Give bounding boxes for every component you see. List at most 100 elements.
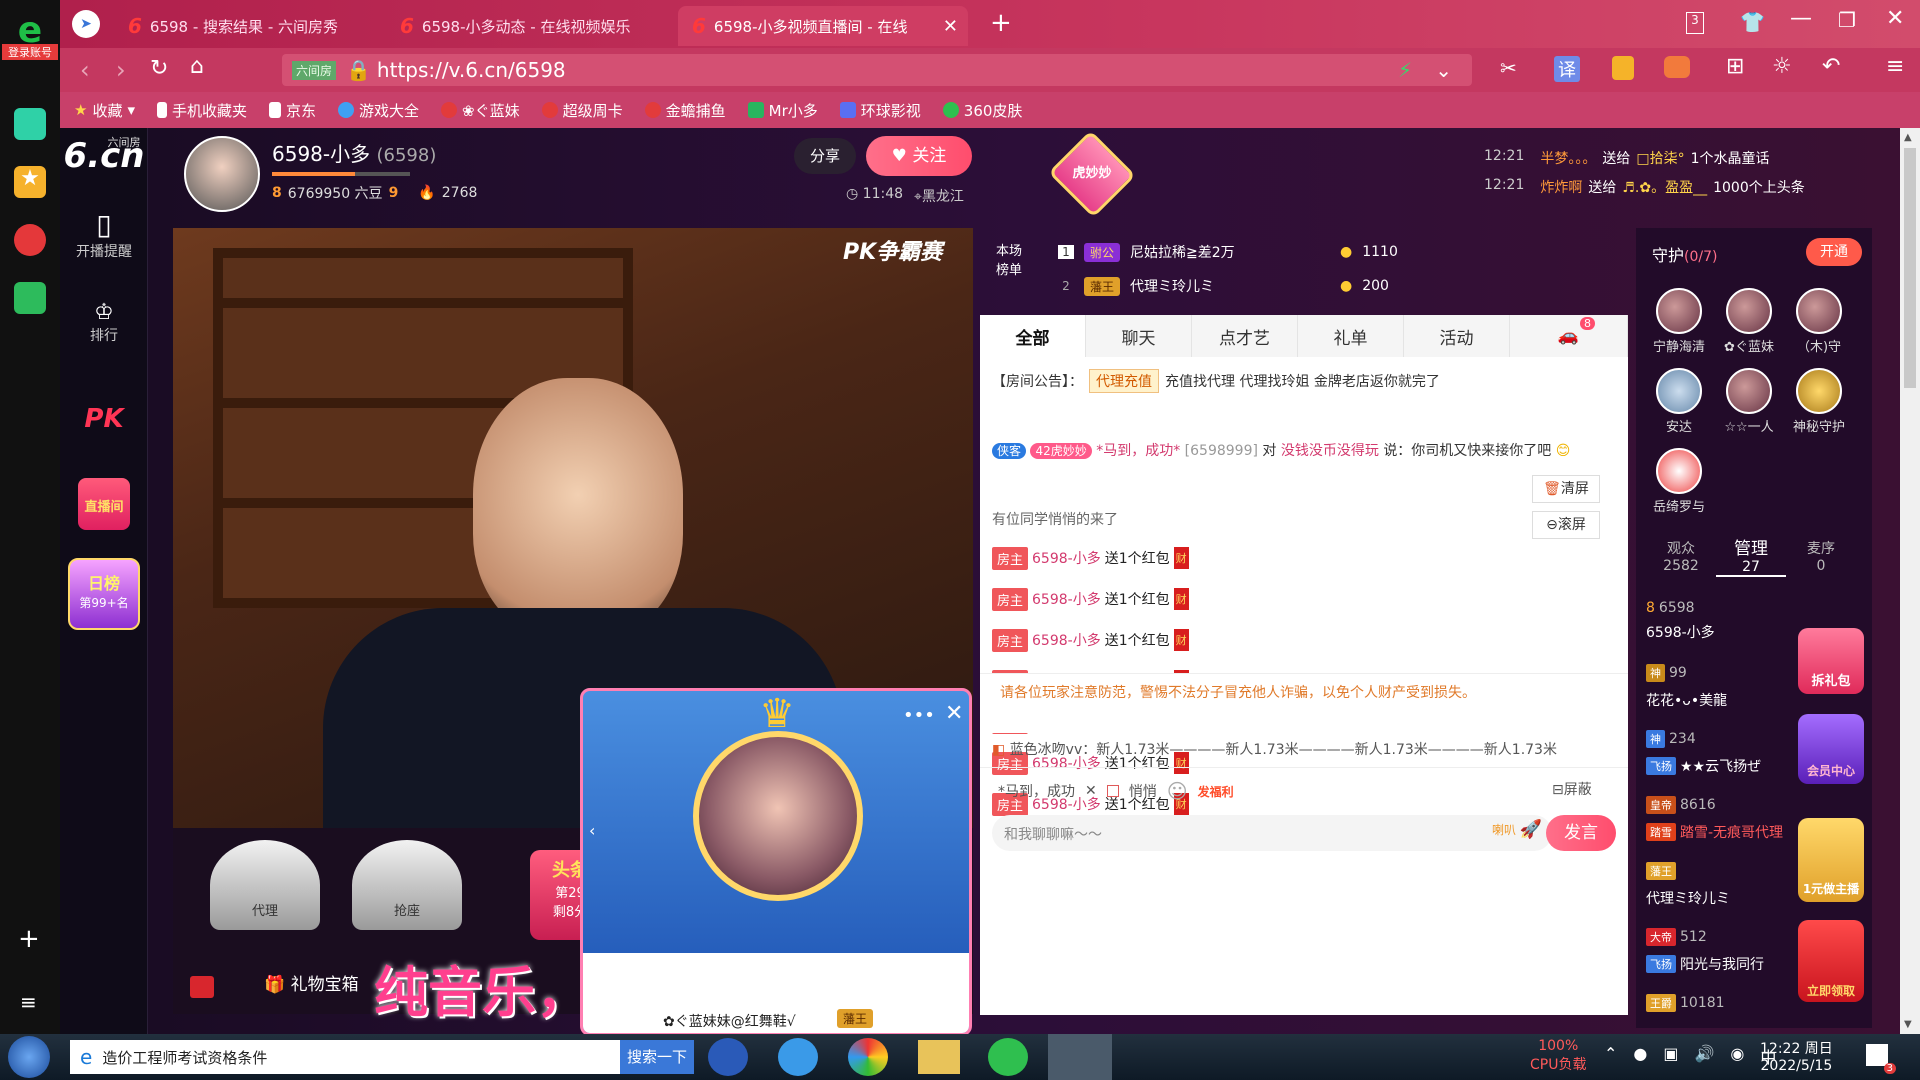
day-rank-badge[interactable]: 日榜 第99+名 — [60, 558, 148, 630]
new-tab-icon[interactable]: + — [990, 8, 1012, 38]
red-packet-icon[interactable]: 财 — [1173, 588, 1189, 610]
guard-avatar[interactable] — [1726, 368, 1772, 414]
chat-target-select[interactable]: *马到，成功 — [998, 781, 1075, 801]
chat-input[interactable]: 和我聊聊嘛～～ 喇叭 🚀 — [992, 815, 1552, 851]
bookmark-item[interactable]: Mr小多 — [747, 100, 818, 121]
user-row[interactable]: 皇帝 8616 — [1646, 796, 1716, 814]
bookmark-item[interactable]: 手机收藏夹 — [157, 100, 247, 121]
gift-box[interactable]: 🎁 礼物宝箱 — [264, 970, 359, 995]
guard-avatar[interactable] — [1656, 288, 1702, 334]
bookmark-item[interactable]: ★ 收藏 ▾ — [74, 100, 135, 121]
pk-button[interactable]: PK — [60, 404, 148, 434]
user-row[interactable]: 神 234 — [1646, 730, 1696, 748]
page-scrollbar[interactable]: ▲ ▼ — [1900, 128, 1920, 1034]
add-icon[interactable]: + — [18, 924, 40, 954]
mini-player[interactable]: ♛ ••• ✕ ✿ぐ蓝妹妹@红舞鞋√ 藩王 ‹ — [580, 688, 972, 1036]
scroll-down-icon[interactable]: ▼ — [1904, 1019, 1912, 1030]
scroll-thumb[interactable] — [1904, 148, 1916, 388]
user-row[interactable]: 花花•ᴗ•美龍 — [1646, 690, 1727, 710]
user-row[interactable]: 8 6598 — [1646, 600, 1695, 616]
share-button[interactable]: 分享 — [794, 138, 856, 174]
lightning-icon[interactable]: ⚡ — [1398, 58, 1412, 82]
gift-pack-button[interactable]: 拆礼包 — [1798, 628, 1864, 694]
bookmark-item[interactable]: 超级周卡 — [541, 100, 623, 121]
rank-row[interactable]: 1 驸公 尼姑拉稀≧差2万 ● 1110 — [1058, 242, 1398, 262]
chat-user[interactable]: 6598-小多 — [1032, 589, 1101, 609]
close-tab-icon[interactable]: ✕ — [943, 16, 958, 37]
tab-search[interactable]: 6 6598 - 搜索结果 - 六间房秀 — [114, 6, 384, 46]
lucky-bag-icon[interactable] — [190, 976, 214, 998]
browser360-icon[interactable] — [988, 1038, 1028, 1076]
active-app-icon[interactable] — [1048, 1034, 1112, 1080]
bookmark-item[interactable]: 京东 — [269, 100, 316, 121]
undo-icon[interactable]: ↶ — [1822, 54, 1840, 79]
guard-avatar[interactable] — [1796, 288, 1842, 334]
login-link[interactable]: 登录账号 — [2, 44, 58, 60]
chat-user[interactable]: 6598-小多 — [1032, 630, 1101, 650]
car-tab[interactable]: 🚗 8 — [1510, 315, 1628, 357]
clear-button[interactable]: 🗑清屏 — [1532, 475, 1600, 503]
browser-menu-icon[interactable]: ≡ — [1886, 54, 1904, 79]
bookmark-item[interactable]: ❀ぐ蓝妹 — [441, 100, 520, 121]
menu-icon[interactable]: ≡ — [20, 990, 37, 1014]
maximize-icon[interactable]: ❐ — [1838, 8, 1856, 32]
live-button[interactable]: 直播间 — [60, 478, 148, 530]
user-row[interactable]: 藩王 — [1646, 862, 1676, 880]
favorite-icon[interactable]: ★ — [14, 166, 46, 198]
seat-grab[interactable]: 抢座 — [352, 840, 462, 930]
rank-row[interactable]: 2 藩王 代理ミ玲儿ミ ● 200 — [1058, 276, 1389, 296]
weibo-icon[interactable] — [14, 224, 46, 256]
scroll-button[interactable]: ⊖滚屏 — [1532, 511, 1600, 539]
bookmark-item[interactable]: 金蟾捕鱼 — [644, 100, 726, 121]
user-row[interactable]: 踏雪 踏雪-无痕哥代理 — [1646, 822, 1783, 842]
tab-live[interactable]: 6 6598-小多视频直播间 - 在线 ✕ — [678, 6, 968, 46]
folder-icon[interactable] — [918, 1040, 960, 1074]
chat-tab-activity[interactable]: 活动 — [1404, 315, 1510, 357]
grid-icon[interactable]: ⊞ — [1726, 54, 1744, 79]
guard-avatar[interactable] — [1796, 368, 1842, 414]
close-window-icon[interactable]: ✕ — [1886, 6, 1904, 31]
bookmark-item[interactable]: 360皮肤 — [942, 100, 1022, 121]
arrow-up-icon[interactable]: ⌃ — [1604, 1044, 1617, 1068]
mail-icon[interactable] — [14, 282, 46, 314]
red-packet-icon[interactable]: 财 — [1173, 547, 1189, 569]
guard-avatar[interactable] — [1656, 368, 1702, 414]
streamer-avatar[interactable] — [184, 136, 260, 212]
volume-icon[interactable]: 🔊 — [1695, 1044, 1715, 1068]
prev-icon[interactable]: ‹ — [589, 821, 595, 840]
chat-tab-request[interactable]: 点才艺 — [1192, 315, 1298, 357]
chat-user[interactable]: 6598-小多 — [1032, 548, 1101, 568]
taskbar-search-button[interactable]: 搜索一下 — [620, 1040, 694, 1074]
bookmark-item[interactable]: 环球影视 — [839, 100, 921, 121]
shield-tray-icon[interactable]: ◉ — [1730, 1044, 1744, 1068]
navigate-icon[interactable]: ➤ — [72, 10, 100, 38]
start-button[interactable] — [8, 1036, 50, 1078]
home-icon[interactable]: ⌂ — [190, 54, 204, 79]
be-anchor-button[interactable]: 1元做主播 — [1798, 818, 1864, 902]
rank-button[interactable]: ♔ 排行 — [60, 300, 148, 345]
chrome-icon[interactable] — [848, 1038, 888, 1076]
chat-tab-all[interactable]: 全部 — [980, 315, 1086, 357]
send-button[interactable]: 发言 — [1546, 815, 1616, 851]
fuli-button[interactable]: 发福利 — [1198, 783, 1234, 800]
seat-agent[interactable]: 代理 — [210, 840, 320, 930]
rocket-icon[interactable]: 🚀 — [1520, 819, 1542, 840]
reload-icon[interactable]: ↻ — [150, 56, 168, 81]
ie-app-icon[interactable] — [778, 1038, 818, 1076]
more-icon[interactable]: ••• — [903, 705, 935, 726]
tab-count[interactable]: 3 — [1686, 12, 1704, 34]
close-icon[interactable]: ✕ — [1085, 783, 1097, 799]
cut-icon[interactable]: ✂ — [1500, 56, 1517, 80]
k-app-icon[interactable] — [708, 1038, 748, 1076]
360-tray-icon[interactable]: ● — [1633, 1044, 1647, 1068]
close-icon[interactable]: ✕ — [945, 701, 963, 726]
red-packet-icon[interactable]: 财 — [1173, 629, 1189, 651]
chat-tab-gifts[interactable]: 礼单 — [1298, 315, 1404, 357]
guard-open-button[interactable]: 开通 — [1806, 238, 1862, 266]
brightness-icon[interactable]: ☼ — [1772, 54, 1792, 79]
forward-icon[interactable]: › — [116, 56, 126, 84]
tab-dynamic[interactable]: 6 6598-小多动态 - 在线视频娱乐 — [386, 6, 676, 46]
notification-icon[interactable]: 3 — [1866, 1044, 1896, 1074]
guard-avatar[interactable] — [1726, 288, 1772, 334]
chat-target[interactable]: 没钱没币没得玩 — [1281, 443, 1379, 459]
